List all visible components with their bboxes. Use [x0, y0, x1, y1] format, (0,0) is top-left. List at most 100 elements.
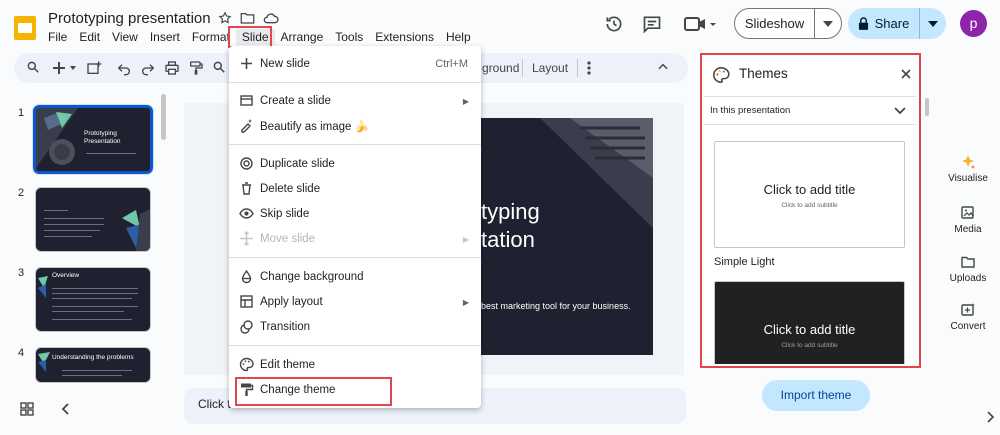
- thumbnail-text-line: [52, 306, 138, 307]
- print-icon[interactable]: [164, 60, 180, 76]
- menu-slide[interactable]: Slide: [235, 29, 275, 45]
- side-panel-media[interactable]: Media: [938, 205, 998, 235]
- menu-item-edit-theme[interactable]: Edit theme: [229, 353, 481, 377]
- menu-extensions[interactable]: Extensions: [369, 29, 440, 45]
- slide-thumbnail[interactable]: Overview: [35, 267, 151, 332]
- theme-card-title: Click to add title: [763, 182, 856, 197]
- share-group: Share: [848, 8, 946, 39]
- avatar[interactable]: p: [960, 10, 987, 37]
- undo-icon[interactable]: [116, 60, 132, 76]
- slideshow-button[interactable]: Slideshow: [735, 9, 815, 38]
- new-slide-layout-icon[interactable]: [86, 60, 102, 76]
- paint-format-icon[interactable]: [188, 60, 204, 76]
- thumbnail-text-line: [44, 230, 100, 231]
- speaker-notes-placeholder: Click t: [198, 397, 231, 411]
- thumbnail-text-line: [44, 236, 92, 237]
- menu-item-apply-layout[interactable]: Apply layout ▶: [229, 290, 481, 314]
- slide-thumbnail[interactable]: Understanding the problems: [35, 347, 151, 383]
- lock-icon: [858, 17, 869, 30]
- share-chevron-down-icon[interactable]: [920, 20, 946, 27]
- slides-logo-icon[interactable]: [12, 14, 38, 42]
- slide-title[interactable]: typing tation: [481, 198, 540, 254]
- menu-file[interactable]: File: [42, 29, 73, 45]
- slide-thumbnail[interactable]: Prototyping Presentation: [32, 104, 154, 175]
- search-menus-icon[interactable]: [26, 60, 42, 76]
- menu-view[interactable]: View: [106, 29, 144, 45]
- menu-item-label: Edit theme: [260, 359, 315, 371]
- media-icon: [960, 205, 976, 221]
- thumbnail-title: Understanding the problems: [52, 354, 134, 361]
- side-panel-label: Convert: [950, 321, 986, 332]
- filmstrip-scrollbar[interactable]: [161, 94, 166, 140]
- menu-item-label: Skip slide: [260, 208, 310, 220]
- menu-item-label: Create a slide: [260, 95, 331, 107]
- menu-item-change-background[interactable]: Change background: [229, 265, 481, 289]
- theme-filter-label: In this presentation: [710, 105, 791, 116]
- comment-icon[interactable]: [642, 14, 662, 34]
- zoom-icon[interactable]: [212, 60, 228, 76]
- theme-filter-dropdown[interactable]: In this presentation: [704, 96, 916, 125]
- side-panel-label: Media: [954, 224, 982, 235]
- slide-number: 2: [18, 187, 25, 199]
- history-icon[interactable]: [604, 14, 624, 34]
- themes-scrollbar[interactable]: [925, 98, 929, 116]
- menu-item-beautify-as-image[interactable]: Beautify as image 🍌: [229, 114, 481, 138]
- thumbnail-text-line: [52, 319, 132, 320]
- side-panel-label: Visualise: [948, 173, 988, 184]
- more-options-icon[interactable]: [584, 60, 594, 76]
- move-folder-icon[interactable]: [240, 11, 255, 25]
- video-call-icon[interactable]: [684, 14, 718, 34]
- redo-icon[interactable]: [140, 60, 156, 76]
- star-icon[interactable]: [218, 11, 232, 25]
- menu-tools[interactable]: Tools: [329, 29, 369, 45]
- background-button[interactable]: ground: [482, 61, 519, 75]
- new-slide-icon[interactable]: [52, 60, 78, 76]
- import-theme-button[interactable]: Import theme: [762, 380, 870, 411]
- theme-card-simple-dark[interactable]: Click to add title Click to add subtitle: [714, 281, 905, 364]
- collapse-filmstrip-icon[interactable]: [60, 402, 72, 416]
- menu-item-change-theme[interactable]: Change theme: [229, 378, 481, 402]
- slide-thumbnail[interactable]: [35, 187, 151, 252]
- menu-insert[interactable]: Insert: [144, 29, 186, 45]
- thumbnail-title: Overview: [52, 272, 80, 279]
- collapse-toolbar-icon[interactable]: [656, 60, 672, 76]
- slide-subtitle[interactable]: best marketing tool for your business.: [481, 301, 631, 311]
- share-button[interactable]: Share: [848, 8, 920, 39]
- side-panel-convert[interactable]: Convert: [938, 302, 998, 332]
- cloud-saved-icon[interactable]: [263, 11, 279, 25]
- thumbnail-text-line: [52, 311, 124, 312]
- chevron-down-icon[interactable]: [815, 20, 841, 27]
- menu-item-label: Duplicate slide: [260, 158, 335, 170]
- menu-item-new-slide[interactable]: New slide Ctrl+M: [229, 52, 481, 76]
- menu-divider: [229, 82, 481, 83]
- menu-item-transition[interactable]: Transition: [229, 315, 481, 339]
- slide-title-text: typing tation: [481, 199, 540, 252]
- menu-format[interactable]: Format: [186, 29, 236, 45]
- paint-drop-icon: [239, 269, 254, 284]
- menu-edit[interactable]: Edit: [73, 29, 106, 45]
- close-icon[interactable]: [900, 68, 912, 80]
- menu-item-create-a-slide[interactable]: Create a slide ▶: [229, 89, 481, 113]
- eye-icon: [239, 206, 254, 221]
- menu-item-label: New slide: [260, 58, 310, 70]
- menu-arrange[interactable]: Arrange: [275, 29, 330, 45]
- thumbnail-text-line: [52, 298, 132, 299]
- thumbnail-text-line: [44, 210, 68, 211]
- menu-item-move-slide: Move slide ▶: [229, 227, 481, 251]
- layout-button[interactable]: Layout: [532, 61, 568, 75]
- shortcut-label: Ctrl+M: [435, 58, 468, 70]
- move-icon: [239, 231, 254, 246]
- theme-card-simple-light[interactable]: Click to add title Click to add subtitle: [714, 141, 905, 248]
- collapse-side-panel-icon[interactable]: [985, 410, 995, 424]
- menu-item-skip-slide[interactable]: Skip slide: [229, 202, 481, 226]
- menu-help[interactable]: Help: [440, 29, 477, 45]
- menu-bar: File Edit View Insert Format Slide Arran…: [42, 29, 477, 45]
- side-panel-visualise[interactable]: Visualise: [938, 154, 998, 184]
- document-title[interactable]: Prototyping presentation: [48, 10, 211, 27]
- plus-icon: [239, 56, 254, 71]
- theme-card-title: Click to add title: [763, 322, 856, 337]
- side-panel-uploads[interactable]: Uploads: [938, 254, 998, 284]
- menu-item-duplicate-slide[interactable]: Duplicate slide: [229, 152, 481, 176]
- grid-view-icon[interactable]: [20, 402, 34, 416]
- menu-item-delete-slide[interactable]: Delete slide: [229, 177, 481, 201]
